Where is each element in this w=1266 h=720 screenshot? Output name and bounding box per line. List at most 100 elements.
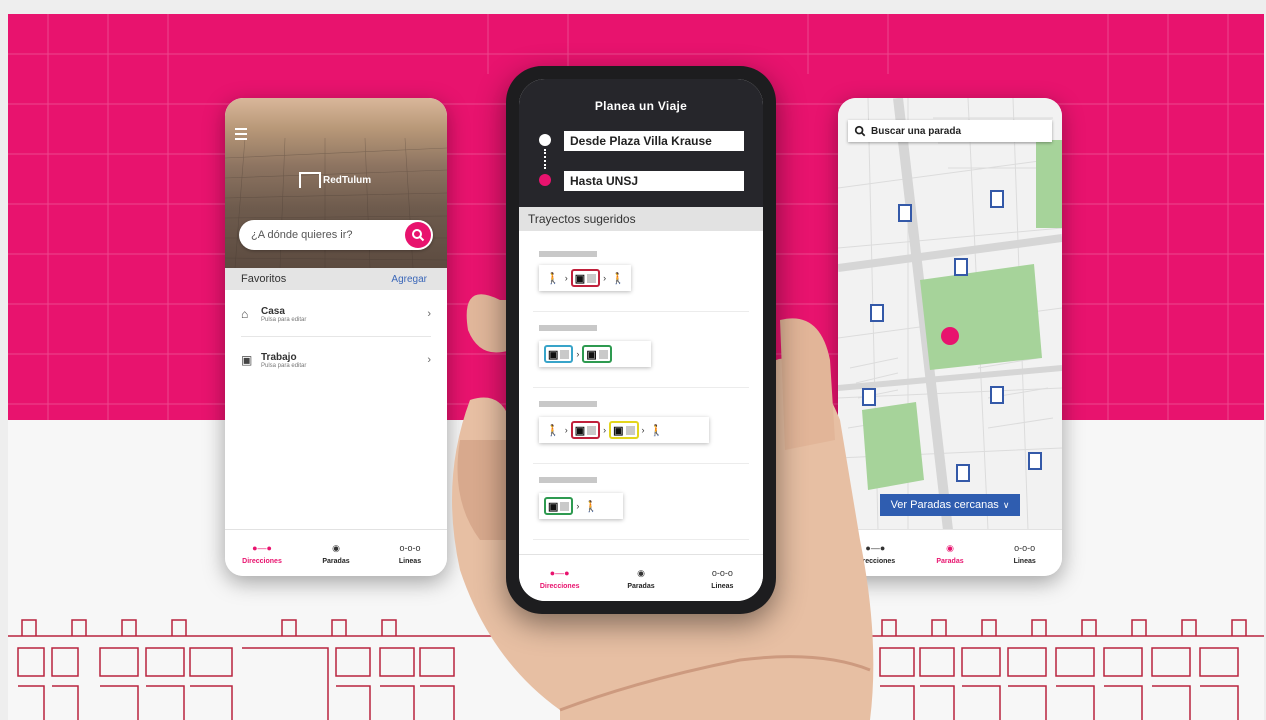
hamburger-menu-icon[interactable] bbox=[235, 128, 247, 143]
route-divider bbox=[533, 463, 749, 464]
favorite-item-trabajo[interactable]: ▣ Trabajo Pulsa para editar › bbox=[241, 342, 431, 378]
bus-stop-icon[interactable] bbox=[898, 204, 912, 222]
bus-stop-icon[interactable] bbox=[954, 258, 968, 276]
logo-mark bbox=[299, 172, 321, 188]
bus-green-icon: ▣ bbox=[582, 345, 612, 363]
trip-planner-header: Planea un Viaje Desde Plaza Villa Krause… bbox=[519, 79, 763, 207]
favorite-hint: Pulsa para editar bbox=[261, 362, 307, 369]
logo-text: RedTulum bbox=[323, 174, 372, 186]
origin-dot-icon bbox=[539, 134, 551, 146]
bus-stop-icon[interactable] bbox=[956, 464, 970, 482]
home-icon: ⌂ bbox=[241, 307, 249, 321]
destination-input[interactable]: Hasta UNSJ bbox=[564, 171, 744, 191]
directions-icon: ●—● bbox=[549, 567, 570, 578]
route-option-3[interactable]: 🚶 › ▣ › ▣ › 🚶 bbox=[539, 417, 709, 443]
nav-stops[interactable]: ◉ Paradas bbox=[299, 530, 373, 576]
arrow-icon: › bbox=[564, 425, 568, 435]
favorite-name: Casa bbox=[261, 305, 285, 317]
stop-icon: ◉ bbox=[332, 542, 340, 553]
destination-dot-icon bbox=[539, 174, 551, 186]
route-placeholder-bar bbox=[539, 251, 597, 257]
trip-planner-title: Planea un Viaje bbox=[594, 99, 688, 113]
bus-stop-icon[interactable] bbox=[1028, 452, 1042, 470]
favorite-text: Trabajo Pulsa para editar bbox=[261, 352, 427, 369]
stop-search-input[interactable]: Buscar una parada bbox=[848, 120, 1052, 142]
stop-icon: ◉ bbox=[946, 542, 954, 553]
arrow-icon: › bbox=[564, 273, 568, 283]
nav-directions[interactable]: ●—● Direcciones bbox=[519, 555, 600, 601]
search-icon bbox=[412, 229, 425, 242]
stop-icon: ◉ bbox=[637, 567, 645, 578]
bottom-nav-left: ●—● Direcciones ◉ Paradas o-o-o Lineas bbox=[225, 529, 447, 576]
nav-label: Lineas bbox=[711, 582, 734, 590]
favorite-hint: Pulsa para editar bbox=[261, 316, 307, 323]
chevron-right-icon: › bbox=[427, 308, 431, 320]
origin-input[interactable]: Desde Plaza Villa Krause bbox=[564, 131, 744, 151]
route-divider bbox=[533, 311, 749, 312]
favorite-item-casa[interactable]: ⌂ Casa Pulsa para editar › bbox=[241, 296, 431, 332]
route-placeholder-bar bbox=[539, 401, 597, 407]
destination-search-input[interactable]: ¿A dónde quieres ir? bbox=[251, 229, 405, 241]
lines-icon: o-o-o bbox=[1014, 542, 1036, 553]
nav-label: Direcciones bbox=[539, 582, 580, 590]
route-placeholder-bar bbox=[539, 325, 597, 331]
nav-lines[interactable]: o-o-o Lineas bbox=[987, 530, 1062, 576]
chevron-down-icon: ∨ bbox=[1002, 499, 1010, 510]
route-option-1[interactable]: 🚶 › ▣ › 🚶 bbox=[539, 265, 631, 291]
nav-stops[interactable]: ◉ Paradas bbox=[913, 530, 988, 576]
promo-stage: RedTulum ¿A dónde quieres ir? Favoritos … bbox=[0, 0, 1266, 720]
walk-icon: 🚶 bbox=[546, 272, 560, 285]
chevron-right-icon: › bbox=[427, 354, 431, 366]
walk-icon: 🚶 bbox=[546, 424, 560, 437]
nav-stops[interactable]: ◉ Paradas bbox=[600, 555, 681, 601]
bottom-nav-center: ●—● Direcciones ◉ Paradas o-o-o Lineas bbox=[519, 554, 763, 601]
bus-red-icon: ▣ bbox=[570, 421, 601, 439]
nav-label: Paradas bbox=[627, 582, 655, 590]
arrow-icon: › bbox=[576, 349, 580, 359]
arrow-icon: › bbox=[576, 501, 580, 511]
briefcase-icon: ▣ bbox=[241, 353, 253, 367]
route-option-4[interactable]: ▣ › 🚶 bbox=[539, 493, 623, 519]
route-option-2[interactable]: ▣ › ▣ bbox=[539, 341, 651, 367]
lines-icon: o-o-o bbox=[399, 542, 421, 553]
center-phone-trip-planner: Planea un Viaje Desde Plaza Villa Krause… bbox=[506, 66, 776, 614]
arrow-icon: › bbox=[641, 425, 645, 435]
nav-label: Lineas bbox=[398, 557, 422, 565]
route-placeholder-bar bbox=[539, 477, 597, 483]
arrow-icon: › bbox=[603, 425, 607, 435]
search-button[interactable] bbox=[405, 222, 431, 248]
redtulum-logo: RedTulum bbox=[299, 172, 371, 188]
trip-planner-screen: Planea un Viaje Desde Plaza Villa Krause… bbox=[519, 79, 763, 601]
nav-label: Direcciones bbox=[242, 557, 282, 565]
left-phone-home-screen: RedTulum ¿A dónde quieres ir? Favoritos … bbox=[225, 98, 447, 576]
nav-label: Paradas bbox=[936, 557, 964, 565]
directions-icon: ●—● bbox=[252, 542, 272, 553]
walk-icon: 🚶 bbox=[584, 500, 599, 513]
walk-icon: 🚶 bbox=[649, 424, 664, 437]
favorites-title: Favoritos bbox=[241, 273, 287, 285]
nav-lines[interactable]: o-o-o Lineas bbox=[373, 530, 447, 576]
suggested-routes-header: Trayectos sugeridos bbox=[519, 207, 763, 231]
route-divider bbox=[533, 387, 749, 388]
nav-label: Lineas bbox=[1013, 557, 1036, 565]
bus-yellow-icon: ▣ bbox=[609, 421, 639, 439]
bus-red-icon: ▣ bbox=[570, 269, 601, 287]
arrow-icon: › bbox=[603, 273, 607, 283]
route-divider bbox=[533, 539, 749, 540]
favorite-name: Trabajo bbox=[261, 351, 297, 363]
search-icon bbox=[854, 125, 866, 137]
nav-directions[interactable]: ●—● Direcciones bbox=[225, 530, 299, 576]
bus-blue-icon: ▣ bbox=[544, 345, 574, 363]
route-dotted-line bbox=[544, 149, 548, 169]
nav-lines[interactable]: o-o-o Lineas bbox=[682, 555, 763, 601]
bus-stop-icon[interactable] bbox=[990, 386, 1004, 404]
bus-stop-icon[interactable] bbox=[990, 190, 1004, 208]
favorites-header: Favoritos Agregar bbox=[225, 268, 447, 290]
add-favorite-link[interactable]: Agregar bbox=[391, 274, 427, 285]
divider bbox=[241, 336, 431, 337]
bus-green-icon: ▣ bbox=[544, 497, 574, 515]
nav-label: Paradas bbox=[322, 557, 350, 565]
destination-search[interactable]: ¿A dónde quieres ir? bbox=[239, 220, 433, 250]
favorite-text: Casa Pulsa para editar bbox=[261, 306, 427, 323]
lines-icon: o-o-o bbox=[711, 567, 733, 578]
